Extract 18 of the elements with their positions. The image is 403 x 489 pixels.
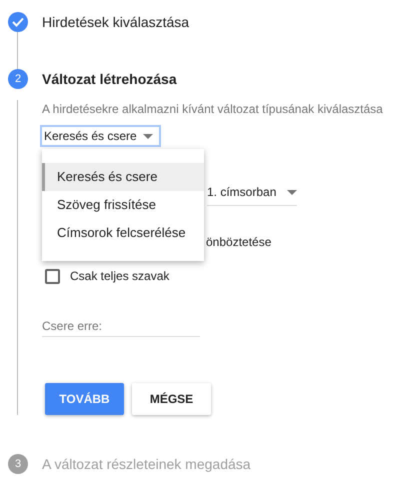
step-number: 3	[8, 454, 28, 474]
step-number: 2	[8, 69, 28, 89]
description-text: A hirdetésekre alkalmazni kívánt változat típusának kiválasztása	[42, 101, 384, 116]
option-label: önböztetése	[206, 234, 272, 249]
menu-item[interactable]: Keresés és csere	[42, 163, 204, 191]
checkbox-label: Csak teljes szavak	[70, 268, 170, 285]
step-title: A változat részleteinek megadása	[42, 454, 251, 474]
menu-item[interactable]: Szöveg frissítése	[42, 191, 204, 219]
step-title: Hirdetések kiválasztása	[42, 12, 190, 32]
type-dropdown[interactable]: Keresés és csere	[40, 125, 161, 147]
caret-icon	[287, 190, 297, 194]
location-dropdown[interactable]: 1. címsorban	[207, 179, 297, 206]
checkbox[interactable]	[45, 268, 60, 284]
next-button[interactable]: TOVÁBB	[45, 383, 124, 415]
step-title: Változat létrehozása	[42, 70, 177, 88]
caret-icon	[142, 134, 153, 138]
menu-item[interactable]: Címsorok felcserélése	[42, 219, 204, 247]
cancel-button[interactable]: MÉGSE	[132, 383, 211, 415]
